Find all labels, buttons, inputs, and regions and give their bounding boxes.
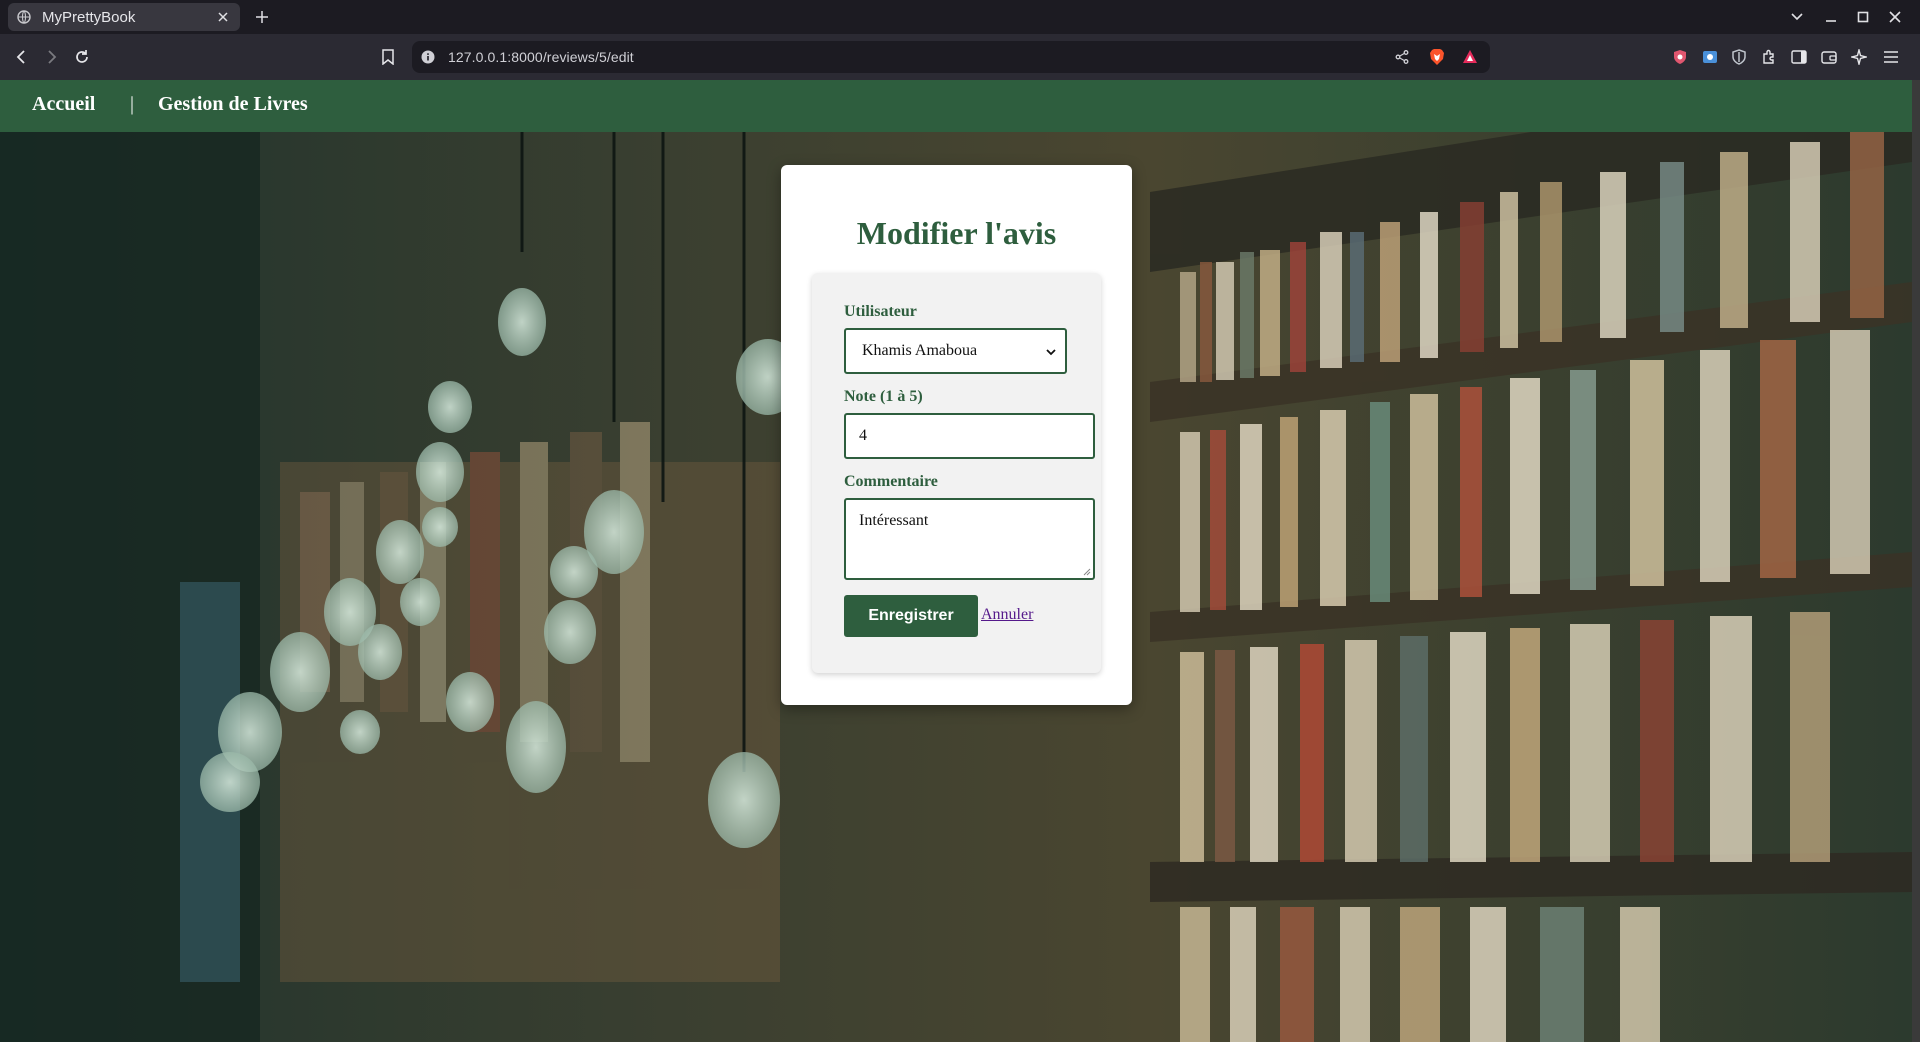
browser-tab[interactable]: MyPrettyBook <box>8 3 240 31</box>
user-field-label: Utilisateur <box>844 303 917 320</box>
bookmark-icon[interactable] <box>377 46 399 68</box>
rating-field-label: Note (1 à 5) <box>844 388 923 405</box>
comment-field-label: Commentaire <box>844 473 938 490</box>
comment-textarea[interactable]: Intéressant <box>844 498 1095 580</box>
edit-review-form: Utilisateur Khamis Amaboua Note (1 à 5) … <box>812 273 1101 673</box>
window-edge <box>1912 80 1920 1042</box>
page-title: Modifier l'avis <box>856 215 1057 251</box>
leo-ai-icon[interactable] <box>1848 46 1870 68</box>
close-tab-icon[interactable] <box>214 8 232 26</box>
rating-input[interactable]: 4 <box>844 413 1095 459</box>
vpn-shield-icon[interactable] <box>1728 46 1750 68</box>
screenshot-extension-icon[interactable] <box>1699 46 1721 68</box>
wallet-icon[interactable] <box>1818 46 1840 68</box>
forward-icon[interactable] <box>40 46 62 68</box>
site-navbar: Accueil | Gestion de Livres <box>0 80 1912 132</box>
comment-textarea-value: Intéressant <box>859 512 929 529</box>
rating-input-value: 4 <box>859 427 867 444</box>
back-icon[interactable] <box>11 46 33 68</box>
menu-hamburger-icon[interactable] <box>1880 46 1902 68</box>
privacy-shield-icon[interactable] <box>1669 46 1691 68</box>
nav-link-home[interactable]: Accueil <box>32 93 95 116</box>
browser-tab-bar: MyPrettyBook <box>0 0 1920 34</box>
resize-handle-icon[interactable] <box>1083 568 1091 576</box>
sidebar-icon[interactable] <box>1788 46 1810 68</box>
address-bar[interactable]: 127.0.0.1:8000/reviews/5/edit <box>412 41 1490 73</box>
chevron-down-icon <box>1045 346 1057 358</box>
brave-rewards-icon[interactable] <box>1461 48 1479 66</box>
browser-toolbar: 127.0.0.1:8000/reviews/5/edit <box>0 34 1920 80</box>
nav-link-book-management[interactable]: Gestion de Livres <box>158 93 308 116</box>
close-window-icon[interactable] <box>1884 6 1906 28</box>
globe-icon <box>16 9 32 25</box>
maximize-icon[interactable] <box>1852 6 1874 28</box>
edit-review-card: Modifier l'avis Utilisateur Khamis Amabo… <box>781 165 1132 705</box>
nav-separator: | <box>130 93 135 115</box>
minimize-icon[interactable] <box>1820 6 1842 28</box>
user-select-value: Khamis Amaboua <box>862 342 978 359</box>
site-info-icon[interactable] <box>420 49 436 65</box>
brave-shields-icon[interactable] <box>1428 48 1446 66</box>
share-icon[interactable] <box>1393 48 1411 66</box>
save-button[interactable]: Enregistrer <box>844 595 978 637</box>
extensions-puzzle-icon[interactable] <box>1758 46 1780 68</box>
new-tab-icon[interactable] <box>252 7 272 27</box>
page-viewport: Accueil | Gestion de Livres Modifier l'a… <box>0 80 1912 1042</box>
tab-list-chevron-icon[interactable] <box>1786 6 1808 28</box>
cancel-link[interactable]: Annuler <box>981 606 1033 624</box>
url-text: 127.0.0.1:8000/reviews/5/edit <box>448 49 634 65</box>
tab-title: MyPrettyBook <box>42 8 136 26</box>
reload-icon[interactable] <box>71 46 93 68</box>
user-select[interactable]: Khamis Amaboua <box>844 328 1067 374</box>
